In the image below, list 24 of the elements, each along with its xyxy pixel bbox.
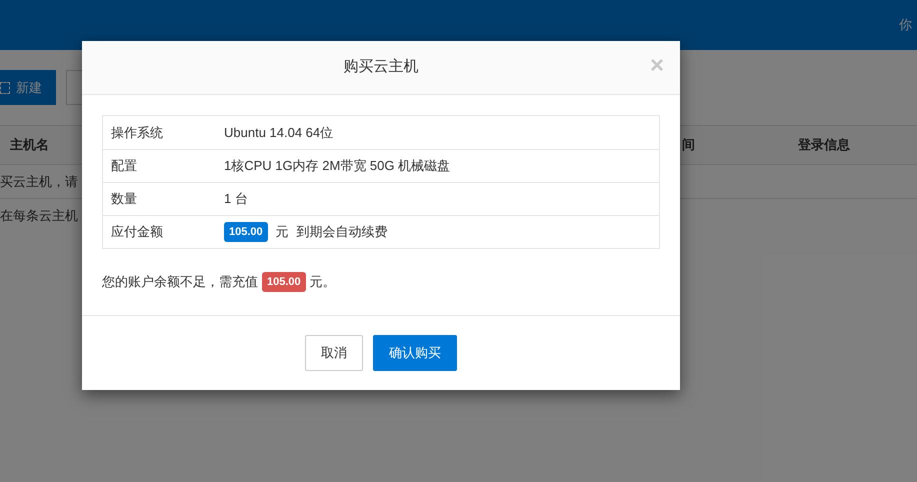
table-cell-text: 在每条云主机: [0, 207, 78, 226]
detail-label: 应付金额: [110, 223, 164, 242]
cancel-button[interactable]: 取消: [305, 335, 363, 371]
notice-text: 您的账户余额不足，需充值: [102, 273, 258, 292]
detail-value: 1核CPU 1G内存 2M带宽 50G 机械磁盘: [224, 157, 450, 176]
renewal-note: 到期会自动续费: [296, 223, 388, 242]
notice-text: 元。: [310, 273, 336, 292]
detail-value: Ubuntu 14.04 64位: [224, 124, 334, 142]
detail-label: 数量: [110, 190, 138, 208]
detail-label: 配置: [110, 157, 138, 176]
column-header: 主机名: [9, 136, 50, 154]
amount-badge: 105.00: [262, 272, 306, 292]
add-icon: [0, 82, 10, 94]
table-cell-text: 买云主机，请: [0, 172, 78, 191]
detail-value: 1 台: [224, 190, 248, 208]
column-header: 登录信息: [798, 136, 850, 154]
dialog-title: 购买云主机: [344, 57, 418, 78]
new-button[interactable]: 新建: [0, 70, 56, 105]
amount-badge: 105.00: [224, 222, 268, 242]
greeting: 你: [898, 16, 913, 34]
detail-label: 操作系统: [110, 124, 164, 142]
currency-unit: 元: [276, 223, 289, 242]
column-header: 间: [682, 136, 696, 154]
confirm-button[interactable]: 确认购买: [373, 335, 457, 371]
